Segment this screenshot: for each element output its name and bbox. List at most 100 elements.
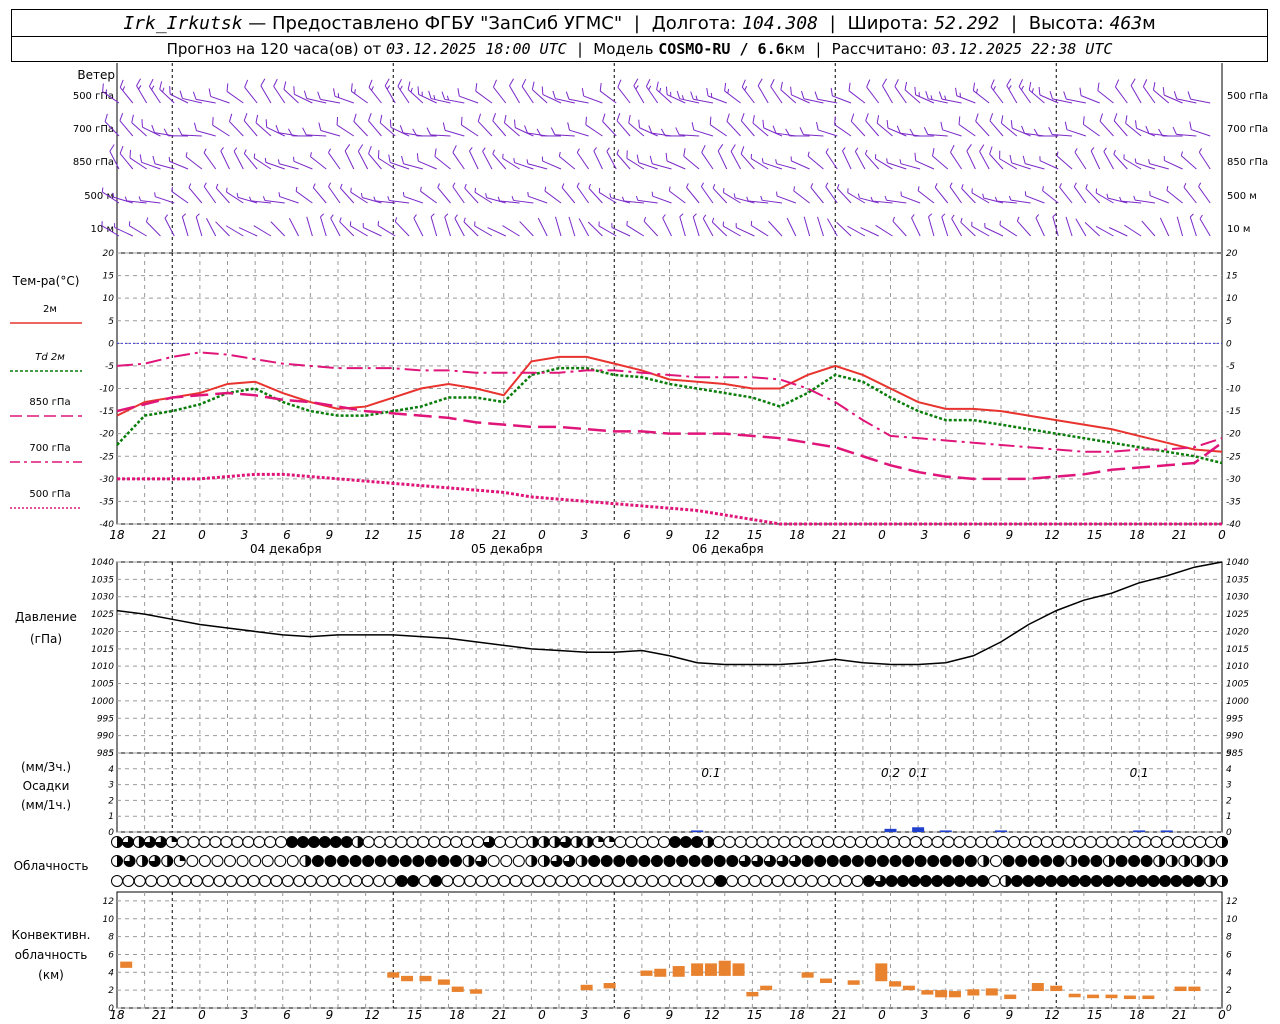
- barb-staff: [1198, 151, 1211, 170]
- barb-staff: [975, 120, 990, 137]
- cloud-fill: [1171, 855, 1178, 867]
- barb-staff: [692, 216, 700, 237]
- cloud-symbol: [1128, 836, 1141, 848]
- cloud-circle: [395, 875, 408, 887]
- barb-flag: [717, 144, 724, 152]
- barb-half: [928, 213, 933, 218]
- cloud-symbol: [1150, 836, 1163, 848]
- cloud-symbol: [111, 855, 123, 867]
- conv-hour-label: 0: [198, 1008, 206, 1022]
- barb-flag: [212, 117, 214, 126]
- barb-flag: [585, 116, 587, 125]
- barb-staff: [336, 124, 355, 137]
- barb-half: [320, 213, 325, 218]
- wind-barb: [368, 113, 382, 137]
- temp-hour-label: 15: [407, 528, 422, 542]
- cloud-symbol: [942, 875, 955, 887]
- wind-barb: [430, 213, 438, 237]
- cloud-symbol: [864, 855, 877, 867]
- cloud-symbol: [575, 855, 588, 867]
- barb-staff: [724, 90, 741, 104]
- barb-staff: [598, 192, 617, 204]
- temp-tick-right: 10: [1226, 294, 1238, 304]
- barb-staff: [1198, 186, 1211, 204]
- cloud-circle: [1194, 836, 1207, 848]
- barb-staff: [1149, 195, 1169, 204]
- cloud-symbol: [811, 836, 824, 848]
- barb-half: [339, 217, 342, 222]
- wind-barb: [776, 191, 796, 204]
- cloud-circle: [778, 836, 791, 848]
- temp-tick-left: -10: [99, 385, 114, 395]
- wind-barb: [492, 79, 507, 104]
- cloud-circle: [964, 836, 977, 848]
- cloud-symbol: [351, 836, 364, 848]
- wind-barb: [215, 183, 230, 204]
- wind-barb: [1141, 220, 1156, 237]
- cloud-symbol: [500, 855, 513, 867]
- cloud-symbol: [920, 836, 933, 848]
- cloud-symbol: [828, 875, 841, 887]
- wind-barb: [1064, 121, 1087, 137]
- wind-barb: [1166, 186, 1183, 204]
- barb-staff: [645, 86, 659, 104]
- cloud-circle: [270, 875, 283, 887]
- cloud-symbol: [407, 875, 420, 887]
- cloud-symbol: [337, 855, 350, 867]
- barb-staff: [502, 225, 520, 237]
- cloud-symbol: [952, 855, 965, 867]
- cloud-symbol: [603, 836, 616, 848]
- barb-half: [790, 156, 792, 161]
- cloud-symbol: [876, 836, 889, 848]
- barb-half: [807, 151, 810, 157]
- cloud-symbol: [965, 875, 978, 887]
- barb-half: [154, 192, 156, 197]
- barb-staff: [306, 216, 313, 237]
- wind-barb: [894, 79, 907, 104]
- wind-barb: [416, 153, 437, 170]
- conv-hour-label: 0: [538, 1008, 546, 1022]
- wind-barb: [333, 88, 354, 104]
- wind-barb: [1162, 87, 1183, 104]
- barb-flag: [336, 116, 339, 126]
- barb-flag: [541, 86, 544, 95]
- cloud-symbol: [329, 836, 342, 848]
- wind-barb: [662, 214, 672, 237]
- temp-hour-label: 21: [152, 528, 167, 542]
- cloud-circle: [133, 875, 146, 887]
- cloud-fill: [1184, 855, 1190, 867]
- barb-staff: [834, 124, 852, 137]
- cloud-circle: [311, 855, 324, 867]
- barb-half: [1103, 147, 1107, 152]
- barb-half: [463, 217, 466, 223]
- cloud-symbol: [939, 855, 952, 867]
- cloud-circle: [1010, 875, 1023, 887]
- cloud-symbol: [296, 836, 309, 848]
- wind-barb: [626, 220, 645, 237]
- barb-staff: [892, 220, 907, 237]
- wind-barb: [275, 125, 299, 137]
- cloud-circle: [293, 875, 306, 887]
- barb-half: [360, 192, 363, 198]
- wind-barb: [1065, 216, 1073, 237]
- cloud-symbol: [1159, 875, 1172, 887]
- precip-value-label: 0.1: [1130, 766, 1149, 780]
- wind-barb: [319, 213, 327, 237]
- cloud-symbol: [714, 875, 727, 887]
- cloud-fill: [543, 855, 550, 867]
- temp-hour-label: 21: [1172, 528, 1187, 542]
- barb-half: [810, 183, 814, 188]
- barb-staff: [1006, 85, 1018, 104]
- conv-bar: [1087, 994, 1100, 999]
- barb-staff: [459, 95, 479, 104]
- wind-barb: [226, 83, 244, 104]
- cloud-circle: [986, 836, 999, 848]
- cloud-symbol: [123, 855, 136, 867]
- barb-half: [775, 159, 778, 164]
- wind-barb: [800, 90, 824, 104]
- wind-barb: [1075, 218, 1087, 237]
- wind-barb: [1172, 126, 1197, 137]
- conv-bar: [1123, 995, 1136, 1000]
- barb-flag: [938, 91, 943, 100]
- conv-hour-label: 15: [1087, 1008, 1102, 1022]
